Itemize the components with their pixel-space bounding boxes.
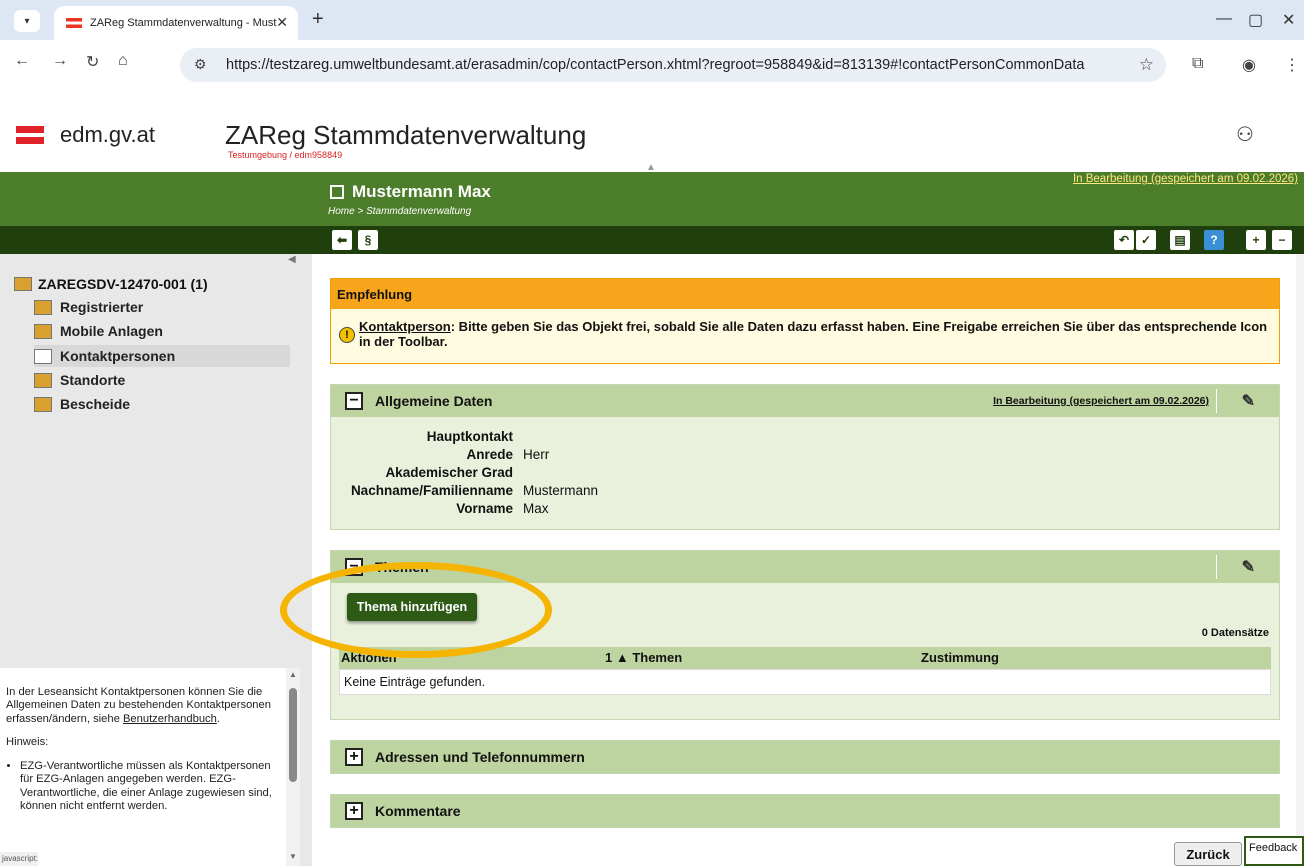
main-scrollbar[interactable] bbox=[1296, 254, 1304, 866]
col-zustimmung[interactable]: Zustimmung bbox=[919, 647, 1269, 669]
panel-header: − Allgemeine Daten In Bearbeitung (gespe… bbox=[331, 385, 1279, 417]
back-icon[interactable]: ← bbox=[14, 52, 30, 70]
scroll-down-icon[interactable]: ▼ bbox=[289, 852, 297, 861]
vehicle-icon bbox=[34, 323, 52, 339]
warning-icon: ! bbox=[339, 327, 355, 343]
page-title: Mustermann Max bbox=[330, 182, 491, 202]
page-status-link[interactable]: In Bearbeitung (gespeichert am 09.02.202… bbox=[1073, 173, 1298, 185]
sidebar-item-bescheide[interactable]: Bescheide bbox=[34, 393, 130, 415]
document-icon bbox=[34, 396, 52, 412]
expand-icon[interactable]: + bbox=[345, 802, 363, 820]
new-tab-icon[interactable]: + bbox=[312, 8, 324, 31]
profile-icon[interactable]: ◉ bbox=[1242, 55, 1256, 75]
themen-table: Aktionen 1 ▲ Themen Zustimmung Keine Ein… bbox=[339, 647, 1271, 695]
hint-bullet: EZG-Verantwortliche müssen als Kontaktpe… bbox=[20, 760, 280, 814]
scroll-thumb[interactable] bbox=[289, 688, 297, 782]
highlight-ellipse bbox=[280, 562, 552, 658]
panel-header[interactable]: + Adressen und Telefonnummern bbox=[331, 741, 1279, 773]
sidebar-item-registrierter[interactable]: Registrierter bbox=[34, 296, 143, 318]
panel-kommentare: + Kommentare bbox=[330, 794, 1280, 828]
sidebar-root[interactable]: ZAREGSDV-12470-001 (1) bbox=[14, 276, 208, 292]
paragraph-icon[interactable]: § bbox=[358, 230, 378, 250]
expand-icon[interactable]: + bbox=[345, 748, 363, 766]
panel-allgemeine-daten: − Allgemeine Daten In Bearbeitung (gespe… bbox=[330, 384, 1280, 530]
back-arrow-icon[interactable]: ⬅ bbox=[332, 230, 352, 250]
bookmark-star-icon[interactable]: ☆ bbox=[1139, 55, 1154, 75]
sidebar-item-standorte[interactable]: Standorte bbox=[34, 369, 125, 391]
close-window-icon[interactable]: ✕ bbox=[1282, 10, 1295, 30]
collapse-all-icon[interactable]: − bbox=[1272, 230, 1292, 250]
tab-bar: ▾ ZAReg Stammdatenverwaltung - Must ✕ + … bbox=[0, 0, 1304, 40]
help-scrollbar[interactable]: ▲ ▼ bbox=[286, 668, 300, 866]
site-info-icon[interactable]: ⚙ bbox=[194, 56, 207, 73]
menu-icon[interactable]: ⋮ bbox=[1284, 55, 1300, 75]
field-anrede: Anrede Herr bbox=[466, 447, 550, 462]
pdf-icon[interactable]: ▤ bbox=[1170, 230, 1190, 250]
panel-adressen: + Adressen und Telefonnummern bbox=[330, 740, 1280, 774]
back-button[interactable]: Zurück bbox=[1174, 842, 1242, 866]
panel-header[interactable]: + Kommentare bbox=[331, 795, 1279, 827]
minimize-icon[interactable]: — bbox=[1216, 10, 1232, 28]
recommendation-text: Kontaktperson: Bitte geben Sie das Objek… bbox=[359, 319, 1268, 349]
collapse-sidebar-icon[interactable]: ◀ bbox=[288, 254, 296, 265]
manual-link[interactable]: Benutzerhandbuch bbox=[123, 713, 217, 725]
tab-title: ZAReg Stammdatenverwaltung - Must bbox=[90, 17, 277, 29]
collapse-icon[interactable]: − bbox=[345, 392, 363, 410]
release-icon[interactable]: ✓ bbox=[1136, 230, 1156, 250]
help-text: In der Leseansicht Kontaktpersonen könne… bbox=[6, 686, 271, 725]
app-title: ZAReg Stammdatenverwaltung bbox=[225, 120, 587, 150]
app-header: edm.gv.at ZAReg Stammdatenverwaltung Tes… bbox=[0, 96, 1304, 173]
field-akademischer-grad: Akademischer Grad bbox=[385, 465, 513, 480]
reload-icon[interactable]: ↻ bbox=[86, 52, 99, 72]
tab-active[interactable]: ZAReg Stammdatenverwaltung - Must ✕ bbox=[54, 6, 298, 40]
kontaktperson-link[interactable]: Kontaktperson bbox=[359, 319, 451, 334]
feedback-button[interactable]: Feedback bbox=[1244, 836, 1304, 866]
home-icon[interactable]: ⌂ bbox=[118, 52, 128, 70]
favicon-icon bbox=[66, 18, 82, 28]
expand-all-icon[interactable]: + bbox=[1246, 230, 1266, 250]
breadcrumb[interactable]: Home > Stammdatenverwaltung bbox=[328, 206, 471, 217]
edm-logo[interactable]: edm.gv.at bbox=[16, 122, 155, 148]
url-field[interactable]: ⚙ https://testzareg.umweltbundesamt.at/e… bbox=[180, 48, 1166, 82]
user-icon[interactable]: ⚇ bbox=[1236, 122, 1254, 147]
sidebar-item-mobile-anlagen[interactable]: Mobile Anlagen bbox=[34, 320, 163, 342]
url-text: https://testzareg.umweltbundesamt.at/era… bbox=[226, 57, 1085, 73]
browser-chrome: ▾ ZAReg Stammdatenverwaltung - Must ✕ + … bbox=[0, 0, 1304, 96]
undo-icon[interactable]: ↶ bbox=[1114, 230, 1134, 250]
extensions-icon[interactable]: ⧉ bbox=[1192, 55, 1203, 73]
main-content: Empfehlung ! Kontaktperson: Bitte geben … bbox=[312, 254, 1304, 866]
close-tab-icon[interactable]: ✕ bbox=[276, 14, 288, 31]
recommendation-box: Empfehlung ! Kontaktperson: Bitte geben … bbox=[330, 278, 1280, 364]
hint-label: Hinweis: bbox=[6, 736, 49, 749]
folder-icon bbox=[14, 277, 32, 291]
scroll-up-icon[interactable]: ▲ bbox=[289, 670, 297, 679]
field-nachname: Nachname/Familienname Mustermann bbox=[350, 483, 599, 498]
tab-list-button[interactable]: ▾ bbox=[14, 10, 40, 32]
edit-pencil-icon[interactable]: ✎ bbox=[1242, 391, 1255, 411]
location-icon bbox=[34, 372, 52, 388]
record-count: 0 Datensätze bbox=[1201, 627, 1269, 639]
field-hauptkontakt: Hauptkontakt bbox=[426, 429, 513, 444]
person-icon bbox=[34, 299, 52, 315]
contact-card-icon bbox=[330, 185, 344, 199]
col-themen[interactable]: 1 ▲ Themen bbox=[603, 647, 919, 669]
contact-icon bbox=[34, 348, 52, 364]
edit-pencil-icon[interactable]: ✎ bbox=[1242, 557, 1255, 577]
field-vorname: Vorname Max bbox=[456, 501, 549, 516]
status-url: javascript: bbox=[0, 852, 38, 866]
forward-icon[interactable]: → bbox=[52, 52, 68, 70]
recommendation-title: Empfehlung bbox=[331, 279, 1279, 309]
panel-status-link[interactable]: In Bearbeitung (gespeichert am 09.02.202… bbox=[993, 395, 1209, 407]
sidebar-item-kontaktpersonen[interactable]: Kontaktpersonen bbox=[34, 345, 290, 367]
toolbar bbox=[0, 226, 1304, 254]
empty-row: Keine Einträge gefunden. bbox=[339, 669, 1271, 695]
maximize-icon[interactable]: ▢ bbox=[1248, 10, 1263, 30]
environment-label: Testumgebung / edm958849 bbox=[228, 150, 343, 160]
help-panel: In der Leseansicht Kontaktpersonen könne… bbox=[0, 668, 286, 866]
help-icon[interactable]: ? bbox=[1204, 230, 1224, 250]
austria-flag-icon bbox=[16, 126, 44, 144]
